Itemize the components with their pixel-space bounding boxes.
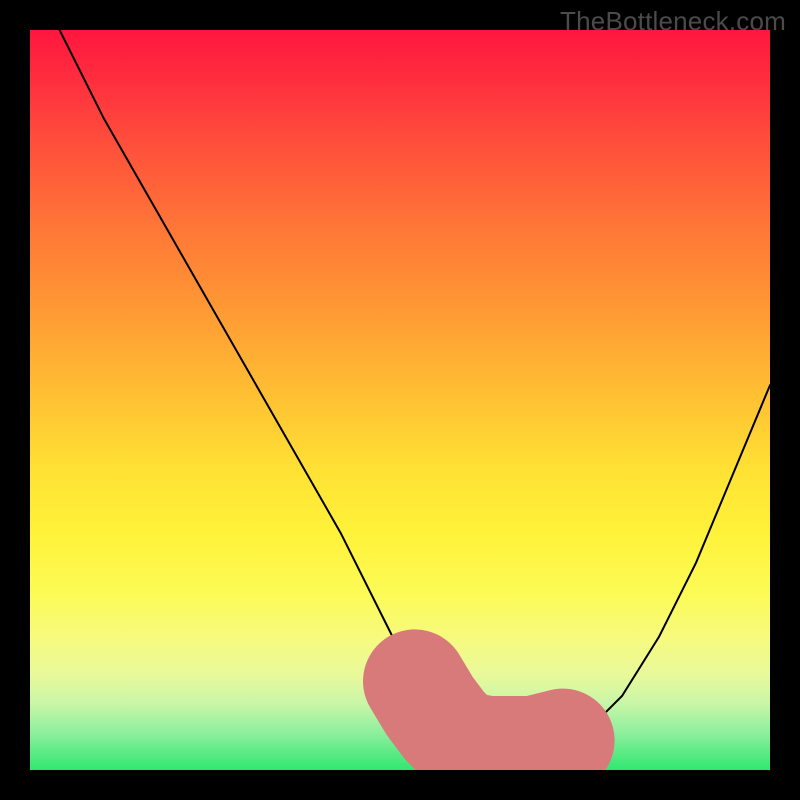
chart-svg: [30, 30, 770, 770]
chart-frame: TheBottleneck.com: [0, 0, 800, 800]
watermark-text: TheBottleneck.com: [560, 6, 786, 37]
plot-area: [30, 30, 770, 770]
valley-highlight: [404, 671, 573, 751]
